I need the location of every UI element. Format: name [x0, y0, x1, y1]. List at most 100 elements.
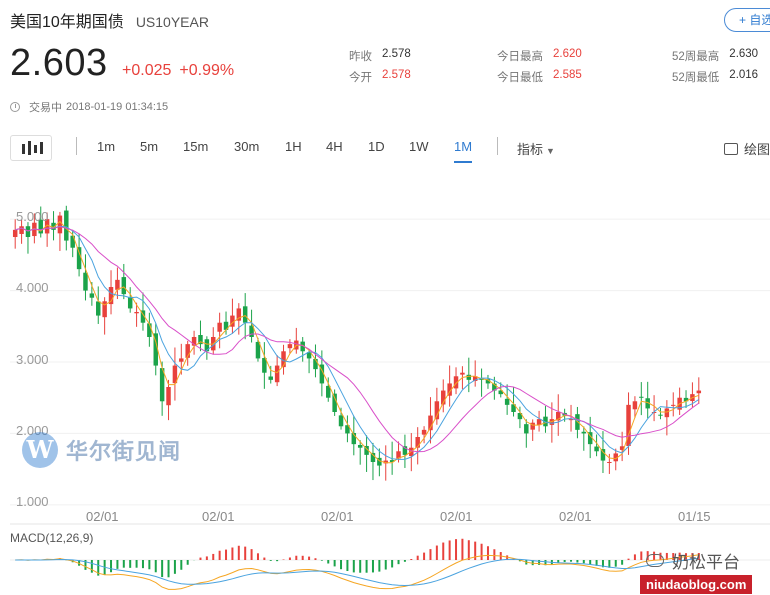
x-tick-label: 01/15 [678, 509, 711, 524]
trading-status: 交易中 2018-01-19 01:34:15 [10, 99, 168, 115]
site-watermark: 奶松平台 niudaoblog.com [640, 548, 766, 594]
day-low-value: 2.585 [553, 69, 582, 81]
tf-30m[interactable]: 30m [234, 139, 259, 154]
candle [664, 408, 670, 418]
tf-4h[interactable]: 4H [326, 139, 343, 154]
candle [357, 444, 363, 448]
wk52-low-label: 52周最低 [672, 72, 720, 84]
site-title: 奶松平台 [672, 553, 740, 572]
chart-canvas [10, 205, 770, 590]
change-value: +0.025 [122, 62, 172, 79]
candle [25, 226, 31, 237]
candle [504, 398, 510, 405]
draw-button[interactable]: 绘图 [724, 139, 770, 158]
price-chart[interactable]: 5.000 4.000 3.000 2.000 1.000 02/01 02/0… [0, 172, 770, 595]
candle [96, 301, 101, 316]
price-change: +0.025 +0.99% [122, 62, 234, 80]
y-tick-label: 4.000 [16, 280, 49, 295]
prev-close-label: 昨收 [349, 51, 372, 63]
candle [639, 396, 644, 398]
candle [600, 449, 606, 461]
draw-icon [724, 142, 738, 155]
candle [524, 424, 529, 434]
y-tick-label: 1.000 [16, 494, 49, 509]
wk52-high-value: 2.630 [729, 48, 759, 60]
candle [134, 312, 139, 314]
moving-average-line [15, 225, 700, 460]
current-price: 2.603 [10, 42, 108, 84]
candle [121, 277, 127, 295]
candle [594, 446, 599, 452]
candle [460, 372, 465, 375]
indicators-label: 指标 [517, 142, 544, 157]
open-value: 2.578 [382, 69, 411, 81]
candle [632, 401, 638, 410]
macd-label: MACD(12,26,9) [10, 531, 94, 545]
candle [217, 322, 222, 332]
tf-1h[interactable]: 1H [285, 139, 302, 154]
x-tick-label: 02/01 [202, 509, 235, 524]
candle [76, 247, 82, 270]
wechat-icon [646, 554, 664, 567]
logo-text: 华尔街见闻 [66, 439, 182, 464]
tf-1mo[interactable]: 1M [454, 139, 473, 163]
prev-close-value: 2.578 [382, 48, 411, 60]
chart-toolbar: 1m 5m 15m 30m 1H 4H 1D 1W 1M 指标 ▼ 绘图 [0, 132, 770, 163]
candle [19, 226, 24, 234]
draw-label: 绘图 [744, 142, 770, 157]
candle [581, 431, 587, 434]
tf-1m[interactable]: 1m [97, 139, 115, 154]
candle [466, 374, 472, 380]
wallstreetcn-watermark: W 华尔街见闻 [22, 432, 181, 468]
candle [268, 376, 273, 380]
candle [147, 323, 152, 337]
stats-col-2: 今日最高 2.620 今日最低 2.585 [497, 48, 582, 90]
tf-1w[interactable]: 1W [409, 139, 429, 154]
open-label: 今开 [349, 72, 372, 84]
instrument-header: 美国10年期国债 US10YEAR [10, 8, 209, 32]
candle [287, 344, 293, 349]
candle [242, 306, 248, 323]
instrument-name: 美国10年期国债 [10, 14, 124, 31]
candle [338, 415, 344, 427]
caret-down-icon: ▼ [546, 146, 555, 156]
stats-col-1: 昨收 2.578 今开 2.578 [349, 48, 411, 90]
candle [274, 365, 280, 383]
tf-15m[interactable]: 15m [183, 139, 208, 154]
wk52-high-label: 52周最高 [672, 51, 720, 63]
toolbar-divider [497, 137, 498, 155]
candle [179, 358, 184, 362]
add-watchlist-button[interactable]: + 自选 [724, 8, 770, 32]
day-low-label: 今日最低 [497, 72, 543, 84]
x-tick-label: 02/01 [440, 509, 473, 524]
indicators-dropdown[interactable]: 指标 ▼ [517, 139, 555, 158]
candle [332, 393, 337, 412]
moving-average-line [15, 226, 700, 453]
clock-icon [10, 102, 20, 112]
day-high-value: 2.620 [553, 48, 582, 60]
candle [64, 210, 69, 241]
day-high-label: 今日最高 [497, 51, 543, 63]
y-tick-label: 3.000 [16, 352, 49, 367]
stats-col-3: 52周最高 2.630 52周最低 2.016 [672, 48, 758, 90]
candle [57, 215, 63, 234]
tf-5m[interactable]: 5m [140, 139, 158, 154]
status-text: 交易中 [29, 102, 62, 114]
candle [83, 272, 88, 291]
candle [166, 387, 171, 406]
x-tick-label: 02/01 [559, 509, 592, 524]
logo-icon: W [22, 432, 58, 468]
tf-1d[interactable]: 1D [368, 139, 385, 154]
candlestick-type-icon[interactable] [10, 135, 52, 161]
candle [696, 390, 702, 394]
candle [658, 414, 663, 416]
candle [671, 404, 676, 406]
site-url: niudaoblog.com [640, 575, 753, 594]
x-tick-label: 02/01 [321, 509, 354, 524]
change-percent: +0.99% [179, 62, 235, 79]
candle [607, 462, 612, 463]
wk52-low-value: 2.016 [729, 69, 759, 81]
candle [12, 229, 18, 237]
instrument-code: US10YEAR [135, 14, 209, 30]
toolbar-divider [76, 137, 77, 155]
